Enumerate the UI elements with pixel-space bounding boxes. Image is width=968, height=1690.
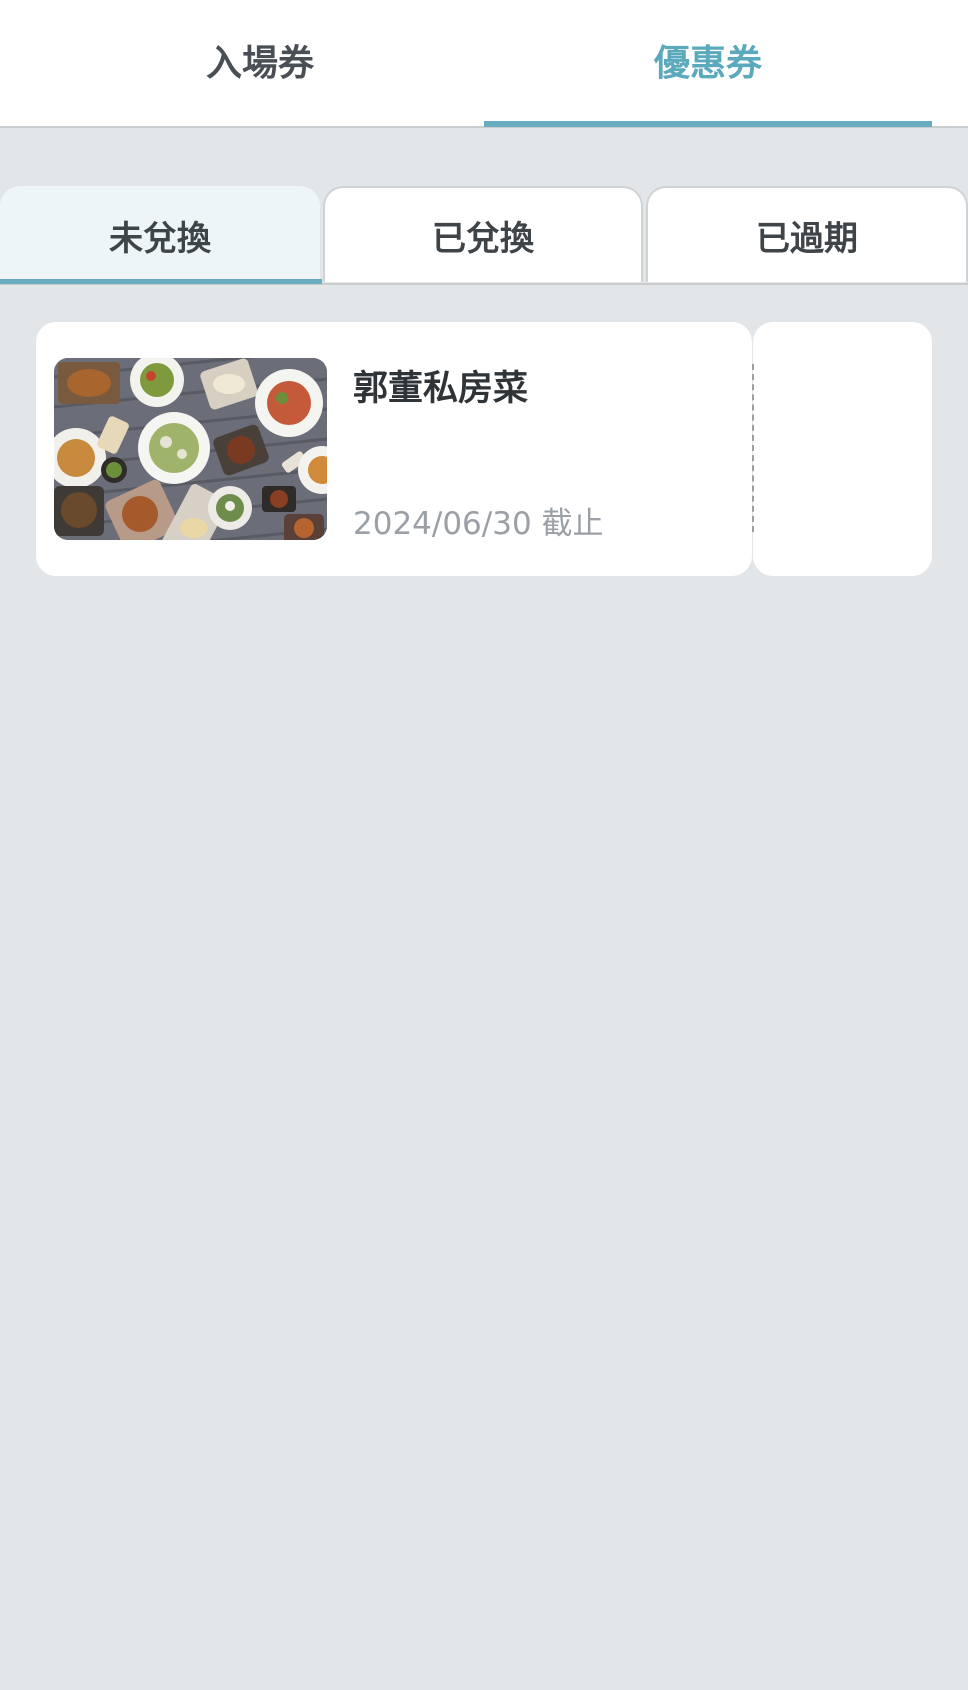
subtab-unredeemed[interactable]: 未兌換 [0, 186, 320, 282]
subtab-redeemed[interactable]: 已兌換 [323, 186, 643, 282]
subtab-unredeemed-label: 未兌換 [109, 218, 211, 259]
subtab-redeemed-label: 已兌換 [432, 218, 534, 259]
tab-coupons[interactable]: 優惠券 [484, 0, 932, 126]
coupon-stub[interactable] [753, 322, 932, 576]
coupon-thumbnail [54, 358, 327, 540]
subtab-expired[interactable]: 已過期 [646, 186, 968, 282]
active-tab-indicator [484, 121, 932, 127]
coupon-perforation-line [752, 364, 754, 532]
top-tab-bar: 入場券 優惠券 [0, 0, 968, 128]
coupon-status-tabs: 未兌換 已兌換 已過期 [0, 186, 968, 286]
tab-coupons-label: 優惠券 [653, 43, 762, 84]
coupon-expiry-date: 2024/06/30 截止 [353, 506, 604, 542]
subtab-expired-label: 已過期 [756, 218, 858, 259]
food-spread-image [54, 358, 327, 540]
coupon-title: 郭董私房菜 [353, 369, 529, 409]
tab-admission-tickets[interactable]: 入場券 [36, 0, 484, 126]
tab-admission-tickets-label: 入場券 [205, 43, 314, 84]
subtab-active-indicator [0, 279, 322, 284]
